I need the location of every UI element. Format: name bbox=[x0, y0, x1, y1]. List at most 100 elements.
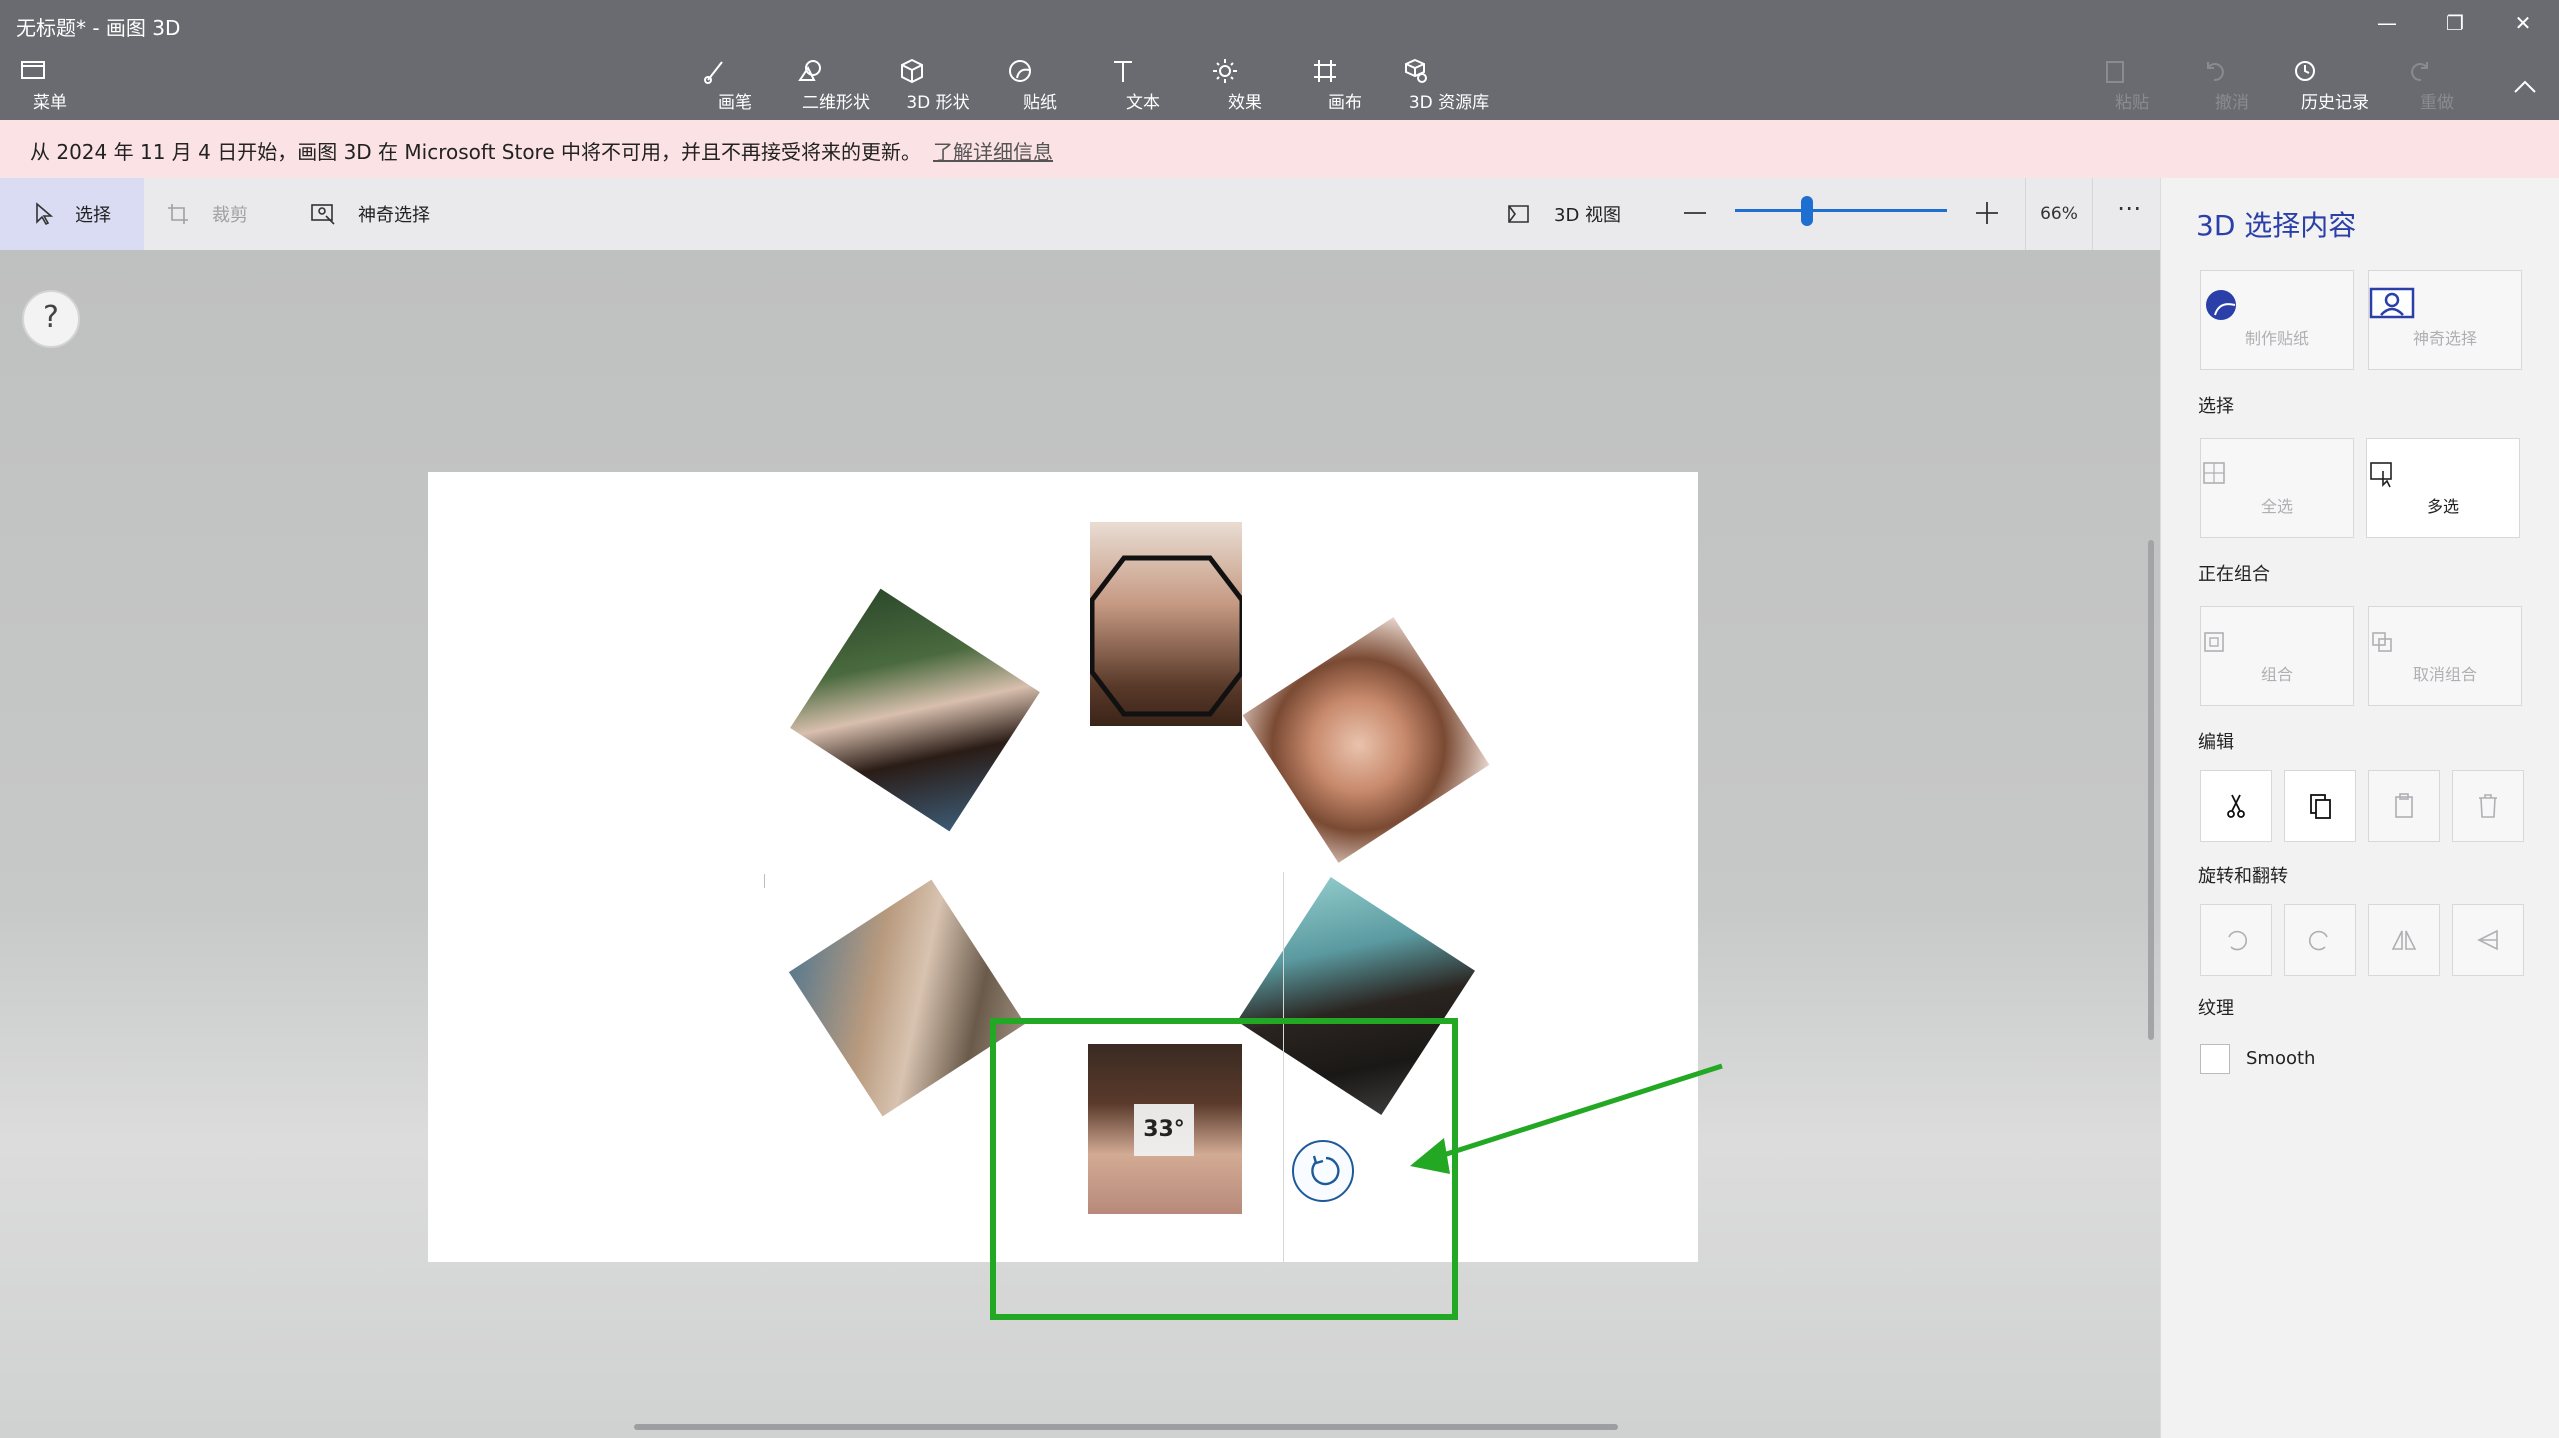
undo-label: 撤消 bbox=[2215, 93, 2249, 113]
notice-text: 从 2024 年 11 月 4 日开始，画图 3D 在 Microsoft St… bbox=[30, 140, 922, 164]
help-button[interactable]: ? bbox=[22, 290, 80, 348]
2d-shapes-tool[interactable]: 二维形状 bbox=[795, 56, 877, 116]
zoom-percentage[interactable]: 66% bbox=[2025, 178, 2093, 250]
horizontal-scrollbar[interactable] bbox=[634, 1424, 1618, 1430]
hexagon-outline-icon bbox=[1090, 555, 1242, 717]
zoom-slider-thumb[interactable] bbox=[1801, 196, 1813, 226]
crop-tool[interactable]: 裁剪 bbox=[166, 178, 248, 250]
text-tool[interactable]: 文本 bbox=[1108, 56, 1178, 116]
folder-icon bbox=[21, 61, 45, 79]
redo-button[interactable]: 重做 bbox=[2405, 56, 2469, 116]
magic-select-icon bbox=[311, 204, 335, 225]
minus-icon bbox=[1684, 212, 1706, 214]
sticker-icon bbox=[2206, 290, 2236, 320]
photo-top[interactable] bbox=[1090, 522, 1242, 726]
select-tool[interactable]: 选择 bbox=[0, 178, 144, 250]
effects-tool[interactable]: 效果 bbox=[1210, 56, 1280, 116]
undo-button[interactable]: 撤消 bbox=[2200, 56, 2264, 116]
vertical-scrollbar[interactable] bbox=[2148, 540, 2154, 1040]
paste-icon bbox=[2395, 793, 2413, 818]
3d-view-toggle[interactable]: 3D 视图 bbox=[1506, 178, 1621, 250]
3d-library-tool[interactable]: 3D 资源库 bbox=[1400, 56, 1498, 116]
minimize-button[interactable]: — bbox=[2360, 6, 2414, 40]
history-button[interactable]: 历史记录 bbox=[2290, 56, 2380, 116]
canvas-icon bbox=[1314, 60, 1336, 82]
section-select-heading: 选择 bbox=[2198, 396, 2234, 417]
deprecation-notice: 从 2024 年 11 月 4 日开始，画图 3D 在 Microsoft St… bbox=[0, 120, 2559, 178]
arrow-icon bbox=[1410, 1063, 1723, 1174]
paste-button[interactable]: 粘贴 bbox=[2100, 56, 2164, 116]
2d-shapes-icon bbox=[798, 60, 821, 81]
sun-icon bbox=[1213, 59, 1237, 83]
multi-select-button[interactable]: 多选 bbox=[2366, 438, 2520, 538]
zoom-out-button[interactable] bbox=[1682, 200, 1708, 226]
stickers-label: 贴纸 bbox=[1023, 93, 1057, 113]
zoom-in-button[interactable] bbox=[1974, 200, 2000, 226]
section-rotate-heading: 旋转和翻转 bbox=[2198, 866, 2288, 887]
rotate-left-icon bbox=[2228, 930, 2248, 951]
cut-button[interactable] bbox=[2200, 770, 2272, 842]
menu-button[interactable]: 菜单 bbox=[20, 56, 80, 116]
multi-select-label: 多选 bbox=[2426, 497, 2459, 516]
3d-shapes-label: 3D 形状 bbox=[906, 93, 970, 113]
section-edit-heading: 编辑 bbox=[2198, 732, 2234, 753]
history-label: 历史记录 bbox=[2301, 93, 2369, 113]
text-icon bbox=[1114, 61, 1132, 82]
learn-more-link[interactable]: 了解详细信息 bbox=[933, 140, 1053, 164]
text-label: 文本 bbox=[1126, 93, 1160, 113]
more-options-button[interactable]: ⋯ bbox=[2112, 194, 2146, 228]
restore-button[interactable]: ❐ bbox=[2428, 6, 2482, 40]
flip-vertical-icon bbox=[2477, 929, 2498, 951]
magic-select-label: 神奇选择 bbox=[358, 205, 430, 226]
effects-label: 效果 bbox=[1228, 93, 1262, 113]
menu-label: 菜单 bbox=[33, 93, 67, 113]
section-group-heading: 正在组合 bbox=[2198, 564, 2270, 585]
copy-button[interactable] bbox=[2284, 770, 2356, 842]
make-sticker-button[interactable]: 制作贴纸 bbox=[2200, 270, 2354, 370]
smooth-checkbox[interactable] bbox=[2200, 1044, 2230, 1074]
3d-view-icon bbox=[1508, 205, 1529, 223]
panel-magic-select-label: 神奇选择 bbox=[2412, 329, 2477, 348]
panel-paste-button[interactable] bbox=[2368, 770, 2440, 842]
group-button[interactable]: 组合 bbox=[2200, 606, 2354, 706]
ungroup-button[interactable]: 取消组合 bbox=[2368, 606, 2522, 706]
3d-view-label: 3D 视图 bbox=[1554, 205, 1622, 226]
delete-button[interactable] bbox=[2452, 770, 2524, 842]
history-icon bbox=[2295, 61, 2315, 81]
canvas-tool[interactable]: 画布 bbox=[1310, 56, 1380, 116]
smooth-label: Smooth bbox=[2246, 1048, 2316, 1069]
stickers-tool[interactable]: 贴纸 bbox=[1005, 56, 1075, 116]
brushes-tool[interactable]: 画笔 bbox=[700, 56, 770, 116]
photo-top-right[interactable] bbox=[1242, 617, 1490, 863]
magic-select-tool[interactable]: 神奇选择 bbox=[310, 178, 430, 250]
highlight-box bbox=[990, 1018, 1458, 1320]
photo-top-left[interactable] bbox=[790, 588, 1040, 832]
zoom-slider-track bbox=[1735, 209, 1947, 212]
brushes-label: 画笔 bbox=[718, 93, 752, 113]
select-all-label: 全选 bbox=[2260, 497, 2293, 516]
copy-icon bbox=[2310, 794, 2331, 819]
redo-icon bbox=[2411, 62, 2428, 82]
rotate-right-button[interactable] bbox=[2284, 904, 2356, 976]
close-button[interactable]: ✕ bbox=[2496, 6, 2550, 40]
paste-label: 粘贴 bbox=[2115, 93, 2149, 113]
zoom-slider[interactable] bbox=[1735, 196, 1947, 226]
trash-icon bbox=[2479, 794, 2497, 818]
3d-library-icon bbox=[1405, 58, 1427, 83]
rotate-left-button[interactable] bbox=[2200, 904, 2272, 976]
paste-icon bbox=[2106, 61, 2124, 83]
2d-shapes-label: 二维形状 bbox=[802, 93, 870, 113]
3d-shapes-tool[interactable]: 3D 形状 bbox=[897, 56, 979, 116]
flip-horizontal-icon bbox=[2391, 930, 2417, 950]
collapse-ribbon-button[interactable] bbox=[2505, 68, 2545, 108]
cursor-icon bbox=[36, 202, 54, 226]
panel-magic-select-button[interactable]: 神奇选择 bbox=[2368, 270, 2522, 370]
select-all-button[interactable]: 全选 bbox=[2200, 438, 2354, 538]
crop-icon bbox=[168, 204, 188, 224]
flip-vertical-button[interactable] bbox=[2452, 904, 2524, 976]
panel-title: 3D 选择内容 bbox=[2196, 209, 2357, 242]
cube-icon bbox=[901, 58, 923, 84]
select-all-icon bbox=[2203, 462, 2225, 484]
flip-horizontal-button[interactable] bbox=[2368, 904, 2440, 976]
guide-tick bbox=[764, 874, 765, 888]
